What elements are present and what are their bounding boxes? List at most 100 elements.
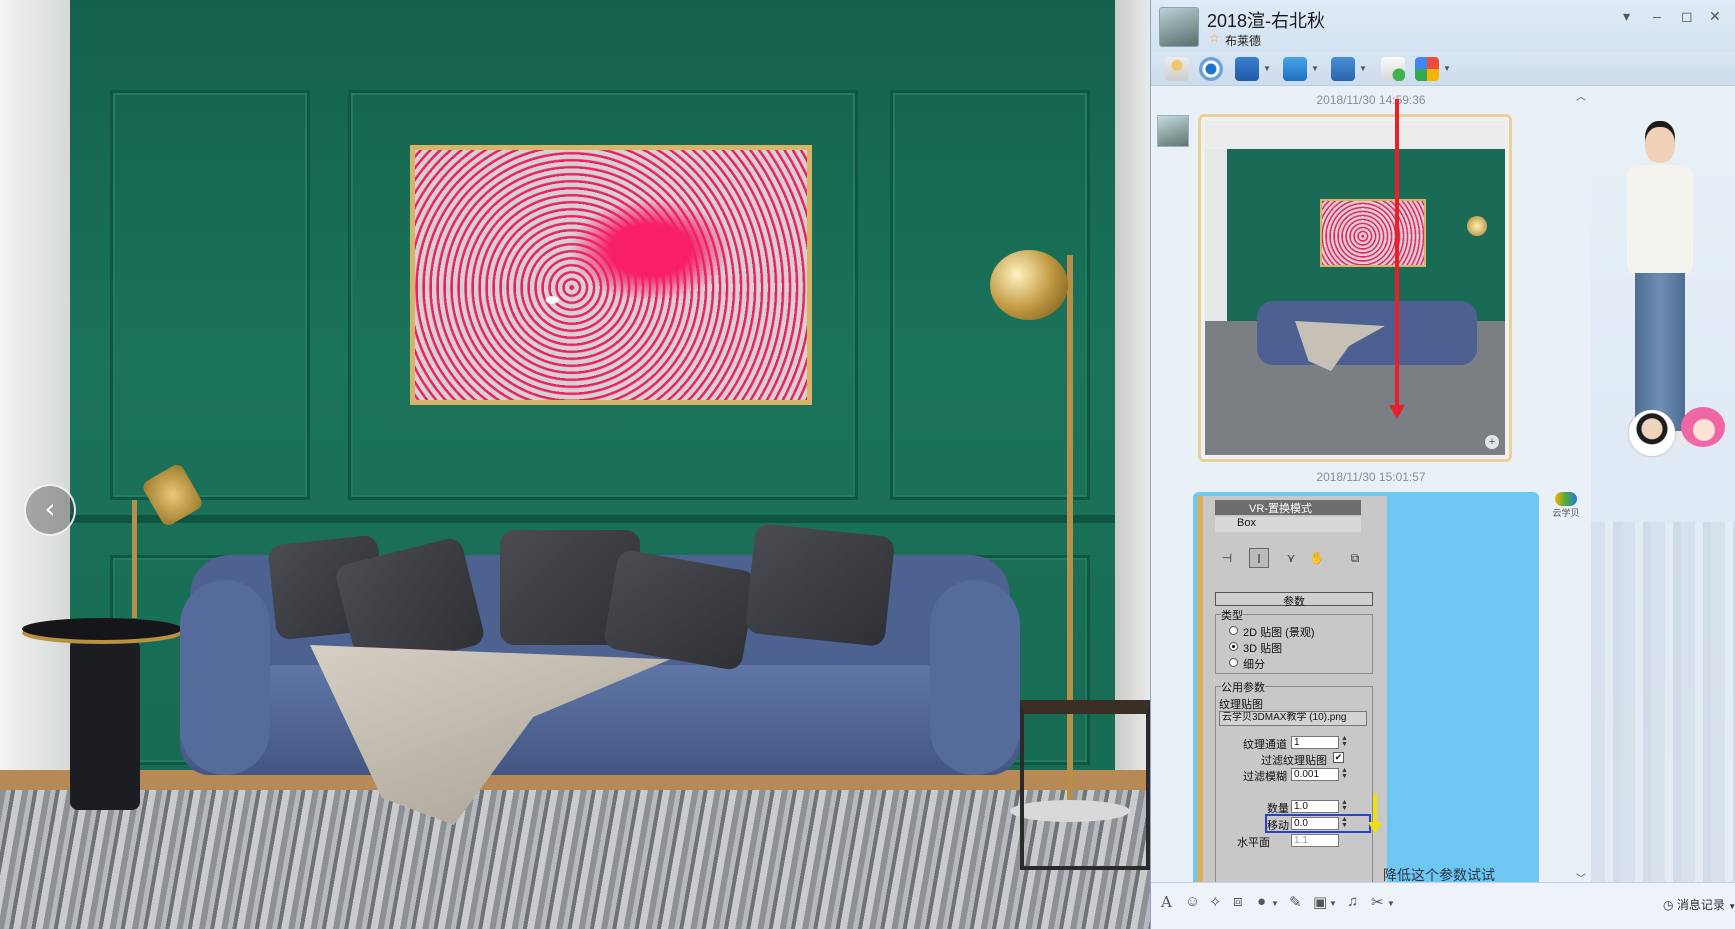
- yellow-arrow-head: [1368, 822, 1382, 834]
- shake-window-icon[interactable]: ⧈: [1233, 893, 1243, 910]
- water-level-field: 1.1: [1291, 834, 1339, 847]
- clock-icon: ◷: [1663, 898, 1674, 912]
- contact-avatar[interactable]: [1629, 410, 1675, 456]
- object-name: Box: [1215, 517, 1361, 532]
- file-transfer-icon[interactable]: [1283, 57, 1307, 81]
- channel-label: 纹理通道: [1243, 739, 1287, 751]
- blur-label: 过滤模糊: [1243, 771, 1287, 783]
- channel-field: 1: [1291, 736, 1339, 749]
- red-annotation-arrow: [1395, 99, 1399, 409]
- room-render-thumbnail: +: [1205, 121, 1505, 455]
- radio-3d-map: [1229, 642, 1238, 651]
- screenshot-caption: 降低这个参数试试: [1383, 867, 1495, 882]
- chevron-down-icon: ▼: [1728, 902, 1735, 911]
- previous-image-button[interactable]: ‹: [24, 484, 76, 536]
- type-group-label: 类型: [1221, 607, 1243, 623]
- framed-abstract-painting: [410, 145, 812, 405]
- 3dsmax-modifier-panel: VR-置换模式 Box ⊣ Ⅰ ⋎ ✋ ⧉ - 参数 类型 2D 贴图 (景观)…: [1197, 496, 1387, 882]
- minimize-button[interactable]: –: [1653, 8, 1661, 24]
- highlight-box: [1265, 814, 1371, 833]
- type-group: [1215, 614, 1373, 674]
- edit-note-icon[interactable]: ✎: [1289, 893, 1302, 911]
- chevron-down-icon[interactable]: ▼: [1359, 64, 1367, 73]
- history-label: 消息记录: [1676, 898, 1725, 912]
- screen-share-icon[interactable]: [1235, 57, 1259, 81]
- emoji-icon[interactable]: ☺: [1185, 893, 1200, 910]
- webcam-icon[interactable]: [1199, 57, 1223, 81]
- image-message[interactable]: +: [1198, 114, 1512, 462]
- group-avatar[interactable]: [1159, 7, 1199, 47]
- right-side-table: [1020, 700, 1150, 870]
- music-icon[interactable]: ♫: [1347, 893, 1358, 910]
- remove-modifier-icon: ✋: [1309, 551, 1325, 565]
- message-timestamp: 2018/11/30 14:59:36: [1316, 93, 1426, 107]
- blur-field: 0.001: [1291, 768, 1339, 781]
- yellow-annotation-arrow: [1373, 794, 1377, 824]
- maximize-button[interactable]: ◻: [1681, 8, 1693, 25]
- zoom-in-icon[interactable]: +: [1485, 435, 1499, 449]
- avatar-show-panel: [1591, 87, 1735, 882]
- chat-toolbar: ▼ ▼ ▼ ▼: [1151, 52, 1735, 86]
- sender-avatar[interactable]: [1157, 115, 1189, 147]
- option-2d-map: 2D 贴图 (景观): [1243, 627, 1315, 639]
- water-level-label: 水平面: [1237, 837, 1270, 849]
- chat-title: 2018渲-右北秋: [1207, 11, 1326, 31]
- make-unique-icon: ⋎: [1286, 551, 1296, 565]
- message-list[interactable]: 2018/11/30 14:59:36 + 2018/11/30 15:01:5…: [1151, 87, 1591, 882]
- brand-label: 云学贝: [1552, 508, 1580, 518]
- pin-stack-icon: ⊣: [1221, 551, 1233, 565]
- remote-desktop-icon[interactable]: [1331, 57, 1355, 81]
- chevron-down-icon[interactable]: ▼: [1443, 64, 1451, 73]
- message-history-button[interactable]: ◷ 消息记录 ▼: [1663, 896, 1735, 913]
- option-3d-map: 3D 贴图: [1243, 643, 1283, 655]
- photo-viewer: ‹: [0, 0, 1150, 929]
- floor-lamp-globe: [990, 250, 1068, 320]
- chevron-down-icon[interactable]: ▼: [1271, 899, 1279, 908]
- font-icon[interactable]: A: [1161, 893, 1172, 911]
- magic-wand-icon[interactable]: ✧: [1209, 893, 1222, 911]
- spinner-icon: ▲ ▼: [1341, 799, 1348, 812]
- star-icon: ☆: [1209, 31, 1220, 45]
- spinner-icon: ▲ ▼: [1341, 735, 1348, 748]
- side-table-base: [70, 640, 140, 810]
- pillow: [744, 522, 896, 648]
- modifier-stack-toolbar: ⊣ Ⅰ ⋎ ✋ ⧉: [1211, 546, 1371, 570]
- chevron-down-icon[interactable]: ▼: [1263, 64, 1271, 73]
- message-timestamp: 2018/11/30 15:01:57: [1316, 470, 1426, 484]
- new-discussion-icon[interactable]: [1381, 57, 1405, 81]
- common-params-label: 公用参数: [1221, 679, 1265, 695]
- chat-window: 2018渲-右北秋 ☆ 布莱德 ▾ – ◻ ✕ ▼ ▼ ▼ ▼ 2018/11/…: [1150, 0, 1735, 929]
- input-toolbar: A ☺ ✧ ⧈ ● ▼ ✎ ▣ ▼ ♫ ✂ ▼ ◷ 消息记录 ▼: [1151, 882, 1735, 929]
- red-arrow-head: [1389, 405, 1405, 419]
- desk-lamp-pole: [132, 500, 137, 618]
- side-table-top: [22, 618, 182, 640]
- anime-pet-figure[interactable]: [1681, 407, 1733, 463]
- radio-2d-map: [1229, 626, 1238, 635]
- close-button[interactable]: ✕: [1709, 8, 1721, 25]
- spinner-icon: ▲ ▼: [1341, 767, 1348, 780]
- chevron-down-icon[interactable]: ▼: [1329, 899, 1337, 908]
- chair-rail: [70, 515, 1115, 523]
- chat-subtitle: 布莱德: [1225, 34, 1262, 48]
- rollout-title: 参数: [1215, 592, 1373, 608]
- radio-subdivision: [1229, 658, 1238, 667]
- modifier-title: VR-置换模式: [1215, 500, 1361, 515]
- filter-checkbox: ✔: [1333, 752, 1344, 763]
- voice-message-icon[interactable]: ●: [1257, 893, 1266, 910]
- microphone-icon[interactable]: [1165, 57, 1189, 81]
- show-end-result-icon: Ⅰ: [1249, 548, 1269, 568]
- chevron-down-icon[interactable]: ▼: [1387, 899, 1395, 908]
- chat-titlebar: 2018渲-右北秋 ☆ 布莱德 ▾ – ◻ ✕: [1151, 0, 1735, 52]
- amount-field: 1.0: [1291, 800, 1339, 813]
- apps-grid-icon[interactable]: [1415, 57, 1439, 81]
- dropdown-button[interactable]: ▾: [1623, 8, 1630, 25]
- chevron-down-icon[interactable]: ▼: [1311, 64, 1319, 73]
- screenshot-scissors-icon[interactable]: ✂: [1371, 893, 1384, 911]
- chevron-up-icon[interactable]: ︿: [1576, 88, 1586, 103]
- image-icon[interactable]: ▣: [1313, 893, 1327, 911]
- city-background: [1591, 522, 1735, 882]
- grey-rug: [0, 790, 1150, 929]
- filter-label: 过滤纹理贴图: [1261, 755, 1327, 767]
- configure-sets-icon: ⧉: [1350, 551, 1360, 565]
- screenshot-message[interactable]: VR-置换模式 Box ⊣ Ⅰ ⋎ ✋ ⧉ - 参数 类型 2D 贴图 (景观)…: [1193, 492, 1539, 882]
